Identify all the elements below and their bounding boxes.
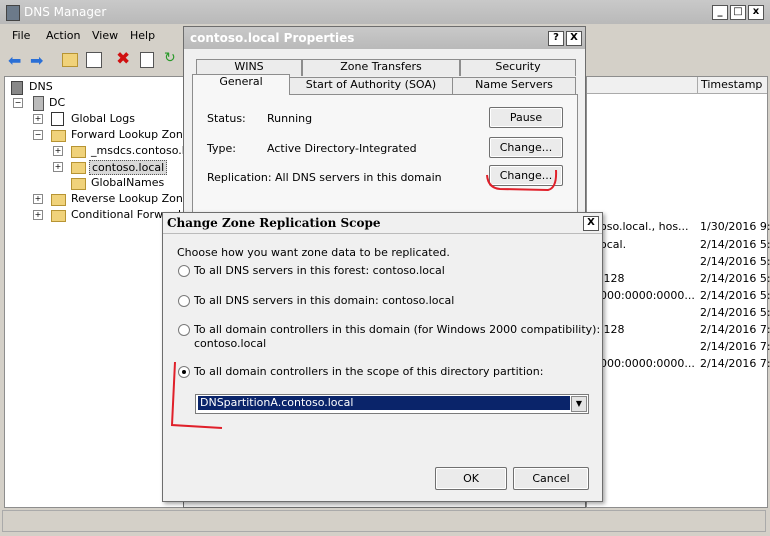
annotation-overlay — [170, 169, 558, 429]
tab-general[interactable]: General — [192, 74, 290, 95]
annotation-underline-change — [486, 169, 558, 192]
annotation-bracket-partition — [170, 361, 223, 429]
